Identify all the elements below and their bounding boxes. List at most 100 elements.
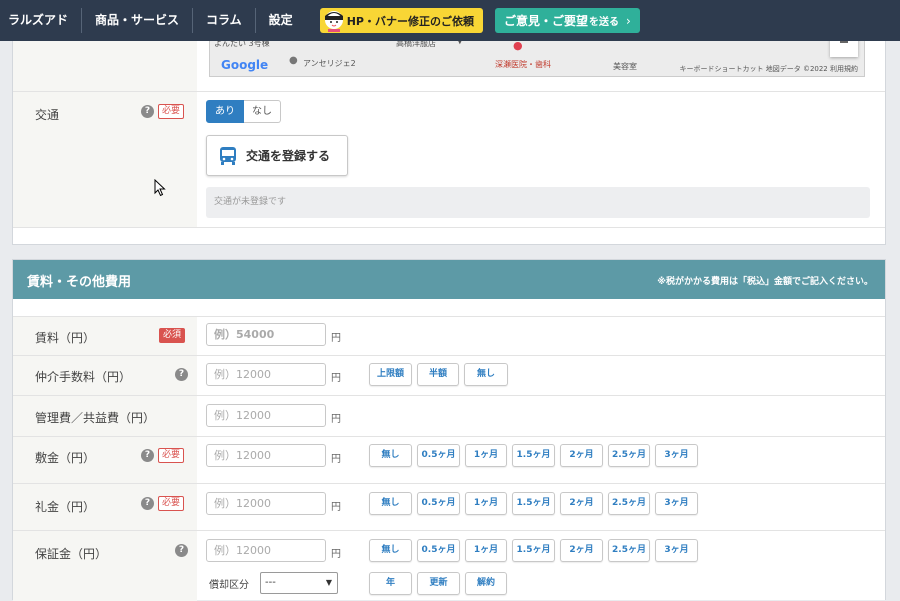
map-pin-icon: ● <box>513 41 523 52</box>
divider <box>13 395 885 396</box>
register-transit-button[interactable]: 交通を登録する <box>206 135 348 176</box>
security-deposit-0.5-month-button[interactable]: 0.5ヶ月 <box>417 539 460 562</box>
deposit-1.5-month-button[interactable]: 1.5ヶ月 <box>512 444 555 467</box>
register-transit-label: 交通を登録する <box>246 149 331 163</box>
deposit-1-month-button[interactable]: 1ヶ月 <box>465 444 507 467</box>
key-money-0.5-month-button[interactable]: 0.5ヶ月 <box>417 492 460 515</box>
nav-brand[interactable]: ラルズアド <box>0 8 83 33</box>
amortization-label: 償却区分 <box>209 580 249 591</box>
security-deposit-1.5-month-button[interactable]: 1.5ヶ月 <box>512 539 555 562</box>
map-zoom-out-button[interactable] <box>830 41 858 57</box>
required-badge: 必須 <box>159 328 186 343</box>
yen-unit: 円 <box>331 414 341 425</box>
deposit-input[interactable]: 例）12000 <box>206 444 326 467</box>
key-money-2.5-month-button[interactable]: 2.5ヶ月 <box>608 492 650 515</box>
bus-icon <box>220 146 236 165</box>
amortization-cancellation-button[interactable]: 解約 <box>465 572 507 595</box>
key-money-1-month-button[interactable]: 1ヶ月 <box>465 492 507 515</box>
google-logo: Google <box>221 58 269 72</box>
map-pin-icon: ▼ <box>456 41 464 46</box>
transit-toggle-yes[interactable]: あり <box>206 100 244 123</box>
fees-section-note: ※税がかかる費用は「税込」金額でご記入ください。 <box>657 277 873 287</box>
send-feedback-button[interactable]: ご意見・ご要望 を送る › <box>494 8 640 33</box>
map-pin-icon: ● <box>289 55 298 66</box>
question-circle-icon[interactable]: ? <box>141 449 154 462</box>
deposit-3-month-button[interactable]: 3ヶ月 <box>655 444 698 467</box>
chevron-right-icon: › <box>626 13 631 28</box>
nav-products-services[interactable]: 商品・サービス <box>82 8 194 33</box>
map-label-block: よんたい 3号棟 <box>214 41 270 48</box>
key-money-1.5-month-button[interactable]: 1.5ヶ月 <box>512 492 555 515</box>
feedback-label-request: ご要望 <box>552 14 589 28</box>
amortization-year-button[interactable]: 年 <box>369 572 412 595</box>
deposit-2-month-button[interactable]: 2ヶ月 <box>560 444 603 467</box>
yen-unit: 円 <box>331 454 341 465</box>
key-money-input[interactable]: 例）12000 <box>206 492 326 515</box>
nav-settings[interactable]: 設定 <box>256 8 306 33</box>
yen-unit: 円 <box>331 333 341 344</box>
label-column <box>13 41 197 227</box>
key-money-3-month-button[interactable]: 3ヶ月 <box>655 492 698 515</box>
brokerage-max-button[interactable]: 上限額 <box>369 363 412 386</box>
key-money-2-month-button[interactable]: 2ヶ月 <box>560 492 603 515</box>
question-circle-icon[interactable]: ? <box>141 105 154 118</box>
map-label-apartment: アンセリジェ2 <box>303 59 356 68</box>
divider <box>13 91 885 92</box>
transit-label: 交通 <box>35 108 60 122</box>
security-deposit-input[interactable]: 例）12000 <box>206 539 326 562</box>
location-card: よんたい 3号棟 高橋洋服店 ▼ ● 深瀬医院・歯科 ● アンセリジェ2 美容室… <box>12 41 886 245</box>
fees-section-title: 賃料・その他費用 <box>27 275 132 290</box>
security-deposit-2-month-button[interactable]: 2ヶ月 <box>560 539 603 562</box>
hp-banner-request-label: HP・バナー修正のご依頼 <box>346 14 474 28</box>
yen-unit: 円 <box>331 549 341 560</box>
required-badge: 必要 <box>158 448 185 463</box>
amortization-select[interactable]: --- ▼ <box>260 572 338 594</box>
divider <box>13 355 885 356</box>
security-deposit-2.5-month-button[interactable]: 2.5ヶ月 <box>608 539 650 562</box>
avatar-icon <box>324 10 343 32</box>
management-fee-label: 管理費／共益費（円） <box>35 411 156 425</box>
deposit-0.5-month-button[interactable]: 0.5ヶ月 <box>417 444 460 467</box>
mouse-pointer-icon <box>154 179 166 197</box>
rent-label: 賃料（円） <box>35 331 96 345</box>
amortization-selected-value: --- <box>265 577 276 588</box>
divider <box>13 436 885 437</box>
brokerage-half-button[interactable]: 半額 <box>417 363 459 386</box>
feedback-label-opinion: ご意見 <box>503 14 540 28</box>
deposit-none-button[interactable]: 無し <box>369 444 412 467</box>
question-circle-icon[interactable]: ? <box>175 544 188 557</box>
brokerage-fee-input[interactable]: 例）12000 <box>206 363 326 386</box>
hp-banner-request-button[interactable]: HP・バナー修正のご依頼 <box>319 8 483 33</box>
required-badge: 必要 <box>158 104 185 119</box>
deposit-2.5-month-button[interactable]: 2.5ヶ月 <box>608 444 650 467</box>
transit-status-message: 交通が未登録です <box>206 187 870 218</box>
yen-unit: 円 <box>331 373 341 384</box>
transit-toggle-no[interactable]: なし <box>244 100 281 123</box>
divider <box>13 530 885 531</box>
divider <box>13 483 885 484</box>
security-deposit-none-button[interactable]: 無し <box>369 539 412 562</box>
chevron-down-icon: ▼ <box>325 578 332 587</box>
feedback-label-dot: ・ <box>539 14 552 28</box>
map-label-shop: 高橋洋服店 <box>396 41 436 48</box>
question-circle-icon[interactable]: ? <box>175 368 188 381</box>
transit-toggle: あり なし <box>206 100 281 123</box>
fees-section-header: 賃料・その他費用 ※税がかかる費用は「税込」金額でご記入ください。 <box>13 260 885 299</box>
brokerage-fee-label: 仲介手数料（円） <box>35 370 132 384</box>
security-deposit-1-month-button[interactable]: 1ヶ月 <box>465 539 507 562</box>
map-label-clinic: 深瀬医院・歯科 <box>495 60 551 69</box>
required-badge: 必要 <box>158 496 185 511</box>
rent-input[interactable]: 例）54000 <box>206 323 326 346</box>
amortization-renewal-button[interactable]: 更新 <box>417 572 460 595</box>
security-deposit-3-month-button[interactable]: 3ヶ月 <box>655 539 698 562</box>
key-money-none-button[interactable]: 無し <box>369 492 412 515</box>
brokerage-none-button[interactable]: 無し <box>464 363 508 386</box>
nav-column[interactable]: コラム <box>193 8 256 33</box>
security-deposit-label: 保証金（円） <box>35 547 108 561</box>
divider <box>13 316 885 317</box>
map[interactable]: よんたい 3号棟 高橋洋服店 ▼ ● 深瀬医院・歯科 ● アンセリジェ2 美容室… <box>209 41 865 77</box>
feedback-label-send: を送る <box>589 17 620 28</box>
management-fee-input[interactable]: 例）12000 <box>206 404 326 427</box>
question-circle-icon[interactable]: ? <box>141 497 154 510</box>
top-navigation: ラルズアド 商品・サービス コラム 設定 HP・バナー修正のご依頼 ご意見・ご要… <box>0 0 900 41</box>
